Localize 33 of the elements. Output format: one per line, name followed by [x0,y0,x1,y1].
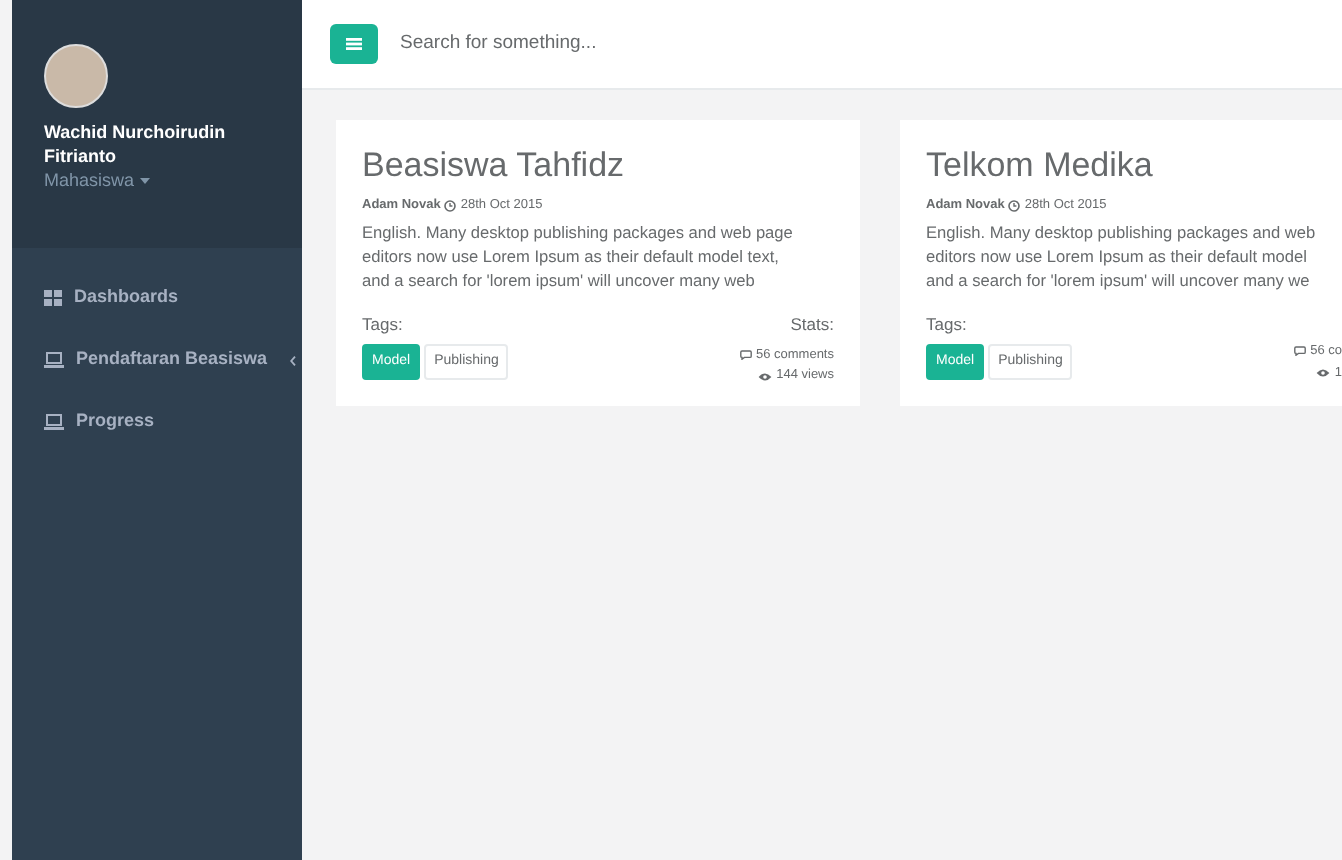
description-line: and a search for 'lorem ipsum' will uncover many we [926,267,1312,292]
clock-icon [1008,199,1021,212]
card-title: Beasiswa Tahfidz [362,144,627,188]
role-dropdown[interactable]: Mahasiswa [44,168,270,195]
comment-icon [739,349,752,360]
laptop-icon [44,414,64,430]
sidebar-item-label: Dashboards [74,284,179,311]
menu-button[interactable] [330,24,378,64]
description-line: English. Many desktop publishing packages and web [926,219,1318,244]
profile-name: Wachid Nurchoirudin Fitrianto [44,120,228,168]
laptop-icon [44,352,64,368]
sidebar-item[interactable]: Dashboards [12,267,302,329]
eye-icon [758,371,773,382]
description-line: editors now use Lorem Ipsum as their default model [926,243,1309,268]
search-field[interactable]: Search for something... [400,29,900,59]
menu-icon [346,38,362,50]
avatar [44,44,108,108]
tags-label: Tags: [926,311,969,337]
comment-icon [1294,346,1307,357]
description-line: and a search for 'lorem ipsum' will uncover many web [362,267,757,292]
description-line: English. Many desktop publishing packages and web page [362,219,795,244]
sidebar-item-label: Progress [76,408,155,435]
stats-label: Stats: [790,311,834,337]
caret-icon [140,178,151,185]
sidebar-item-label: Pendaftaran Beasiswa [76,346,268,373]
sidebar-item[interactable]: Pendaftaran Beasiswa [12,329,302,391]
eye-icon [1316,367,1331,378]
grid-icon [44,290,62,306]
description-line: editors now use Lorem Ipsum as their default model text, [362,243,781,268]
sidebar-item[interactable]: Progress [12,391,302,453]
card-title: Telkom Medika [926,144,1155,188]
clock-icon [444,199,457,212]
tags-label: Tags: [362,311,405,337]
